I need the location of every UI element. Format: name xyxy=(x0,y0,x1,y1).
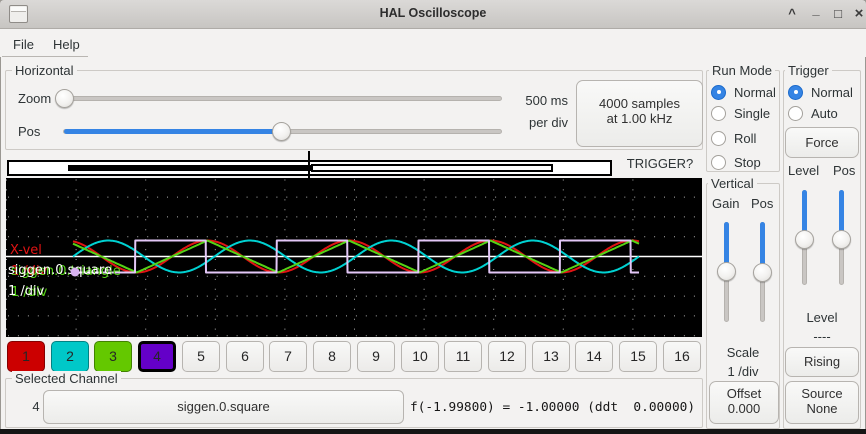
radio-label: Auto xyxy=(811,106,838,121)
selected-channel-frame-label: Selected Channel xyxy=(12,371,121,386)
menubar: File Help xyxy=(0,29,866,57)
trigger-level-slider-label: Level xyxy=(788,163,819,178)
radio-icon[interactable] xyxy=(711,106,726,121)
source-value: None xyxy=(786,401,858,416)
offset-label: Offset xyxy=(727,386,761,401)
channel-button-9[interactable]: 9 xyxy=(357,341,395,372)
force-button[interactable]: Force xyxy=(785,127,859,158)
radio-label: Normal xyxy=(811,85,853,100)
radio-label: Stop xyxy=(734,155,761,170)
scope-screen: X-vel1 /divsiggen.0.trianglesiggen.0.squ… xyxy=(6,178,702,337)
channel-button-11[interactable]: 11 xyxy=(444,341,482,372)
channel-name-button[interactable]: siggen.0.square xyxy=(43,390,404,424)
pos-slider-fill xyxy=(64,129,282,134)
trigger-option-normal[interactable]: Normal xyxy=(788,84,853,100)
zoom-slider-handle[interactable] xyxy=(55,89,74,108)
vertical-pos-slider-handle[interactable] xyxy=(753,263,772,282)
run-mode-option-roll[interactable]: Roll xyxy=(711,130,756,146)
radio-label: Roll xyxy=(734,131,756,146)
zoom-slider[interactable] xyxy=(55,96,502,101)
horizontal-frame-label: Horizontal xyxy=(12,63,77,78)
scope-label: siggen.0.square xyxy=(8,263,112,278)
scope-label: X-vel xyxy=(10,243,42,258)
maximize-button[interactable]: □ xyxy=(828,4,848,24)
channel-button-13[interactable]: 13 xyxy=(532,341,570,372)
channel-button-15[interactable]: 15 xyxy=(619,341,657,372)
trigger-pos-slider-handle[interactable] xyxy=(832,230,851,249)
channel-button-3[interactable]: 3 xyxy=(94,341,132,372)
sample-rate-line2: per div xyxy=(498,115,568,130)
trigger-option-auto[interactable]: Auto xyxy=(788,105,838,121)
window-title: HAL Oscilloscope xyxy=(0,6,866,20)
gain-label: Gain xyxy=(712,196,739,211)
trigger-frame-label: Trigger xyxy=(785,63,832,78)
radio-icon[interactable] xyxy=(711,131,726,146)
sample-rate-line1: 500 ms xyxy=(498,93,568,108)
samples-button[interactable]: 4000 samples at 1.00 kHz xyxy=(576,80,703,147)
radio-label: Single xyxy=(734,106,770,121)
minimize-button[interactable]: _ xyxy=(806,0,826,20)
record-captured-segment xyxy=(68,165,311,171)
app-window: HAL Oscilloscope ^ _ □ × File Help Horiz… xyxy=(0,0,866,434)
selected-channel-number: 4 xyxy=(28,399,44,414)
offset-button[interactable]: Offset 0.000 xyxy=(709,381,779,424)
scale-value: 1 /div xyxy=(706,364,780,379)
channel-button-2[interactable]: 2 xyxy=(51,341,89,372)
run-mode-frame-label: Run Mode xyxy=(709,63,775,78)
record-pending-segment xyxy=(311,164,553,172)
channel-button-14[interactable]: 14 xyxy=(575,341,613,372)
menu-item-help[interactable]: Help xyxy=(48,35,85,54)
channel-button-8[interactable]: 8 xyxy=(313,341,351,372)
gain-slider-handle[interactable] xyxy=(717,262,736,281)
run-mode-option-stop[interactable]: Stop xyxy=(711,154,761,170)
channel-button-16[interactable]: 16 xyxy=(663,341,701,372)
trigger-level-value: ---- xyxy=(783,329,861,344)
titlebar[interactable]: HAL Oscilloscope ^ _ □ × xyxy=(0,0,866,29)
trigger-pos-slider-label: Pos xyxy=(833,163,855,178)
channel-button-12[interactable]: 12 xyxy=(488,341,526,372)
samples-line1: 4000 samples xyxy=(599,96,680,111)
zoom-label: Zoom xyxy=(18,91,51,106)
trigger-level-slider-handle[interactable] xyxy=(795,230,814,249)
channel-button-row: 12345678910111213141516 xyxy=(0,341,703,374)
scope-label: 1 /div xyxy=(8,284,45,299)
menu-underline xyxy=(2,56,88,57)
radio-icon[interactable] xyxy=(711,155,726,170)
trigger-status-label: TRIGGER? xyxy=(617,156,703,171)
scale-caption: Scale xyxy=(706,345,780,360)
pos-slider-handle[interactable] xyxy=(272,122,291,141)
radio-icon[interactable] xyxy=(711,85,726,100)
window-bottom-edge xyxy=(0,429,866,434)
channel-value-readout: f(-1.99800) = -1.00000 (ddt 0.00000) xyxy=(410,400,695,415)
offset-value: 0.000 xyxy=(710,401,778,416)
channel-button-1[interactable]: 1 xyxy=(7,341,45,372)
run-mode-option-single[interactable]: Single xyxy=(711,105,770,121)
channel-button-6[interactable]: 6 xyxy=(226,341,264,372)
shade-button[interactable]: ^ xyxy=(782,4,802,24)
channel-button-7[interactable]: 7 xyxy=(269,341,307,372)
radio-icon[interactable] xyxy=(788,85,803,100)
pos-label: Pos xyxy=(18,124,40,139)
vertical-pos-label: Pos xyxy=(751,196,773,211)
channel-button-10[interactable]: 10 xyxy=(401,341,439,372)
source-label: Source xyxy=(801,386,842,401)
source-button[interactable]: Source None xyxy=(785,381,859,424)
channel-button-5[interactable]: 5 xyxy=(182,341,220,372)
channel-button-4[interactable]: 4 xyxy=(138,341,176,372)
close-button[interactable]: × xyxy=(849,4,866,24)
trace-start-marker xyxy=(71,268,80,277)
vertical-frame-label: Vertical xyxy=(708,176,757,191)
trigger-level-caption: Level xyxy=(783,310,861,325)
radio-icon[interactable] xyxy=(788,106,803,121)
radio-label: Normal xyxy=(734,85,776,100)
menu-item-file[interactable]: File xyxy=(8,35,39,54)
samples-line2: at 1.00 kHz xyxy=(577,111,702,126)
run-mode-option-normal[interactable]: Normal xyxy=(711,84,776,100)
rising-button[interactable]: Rising xyxy=(785,347,859,377)
